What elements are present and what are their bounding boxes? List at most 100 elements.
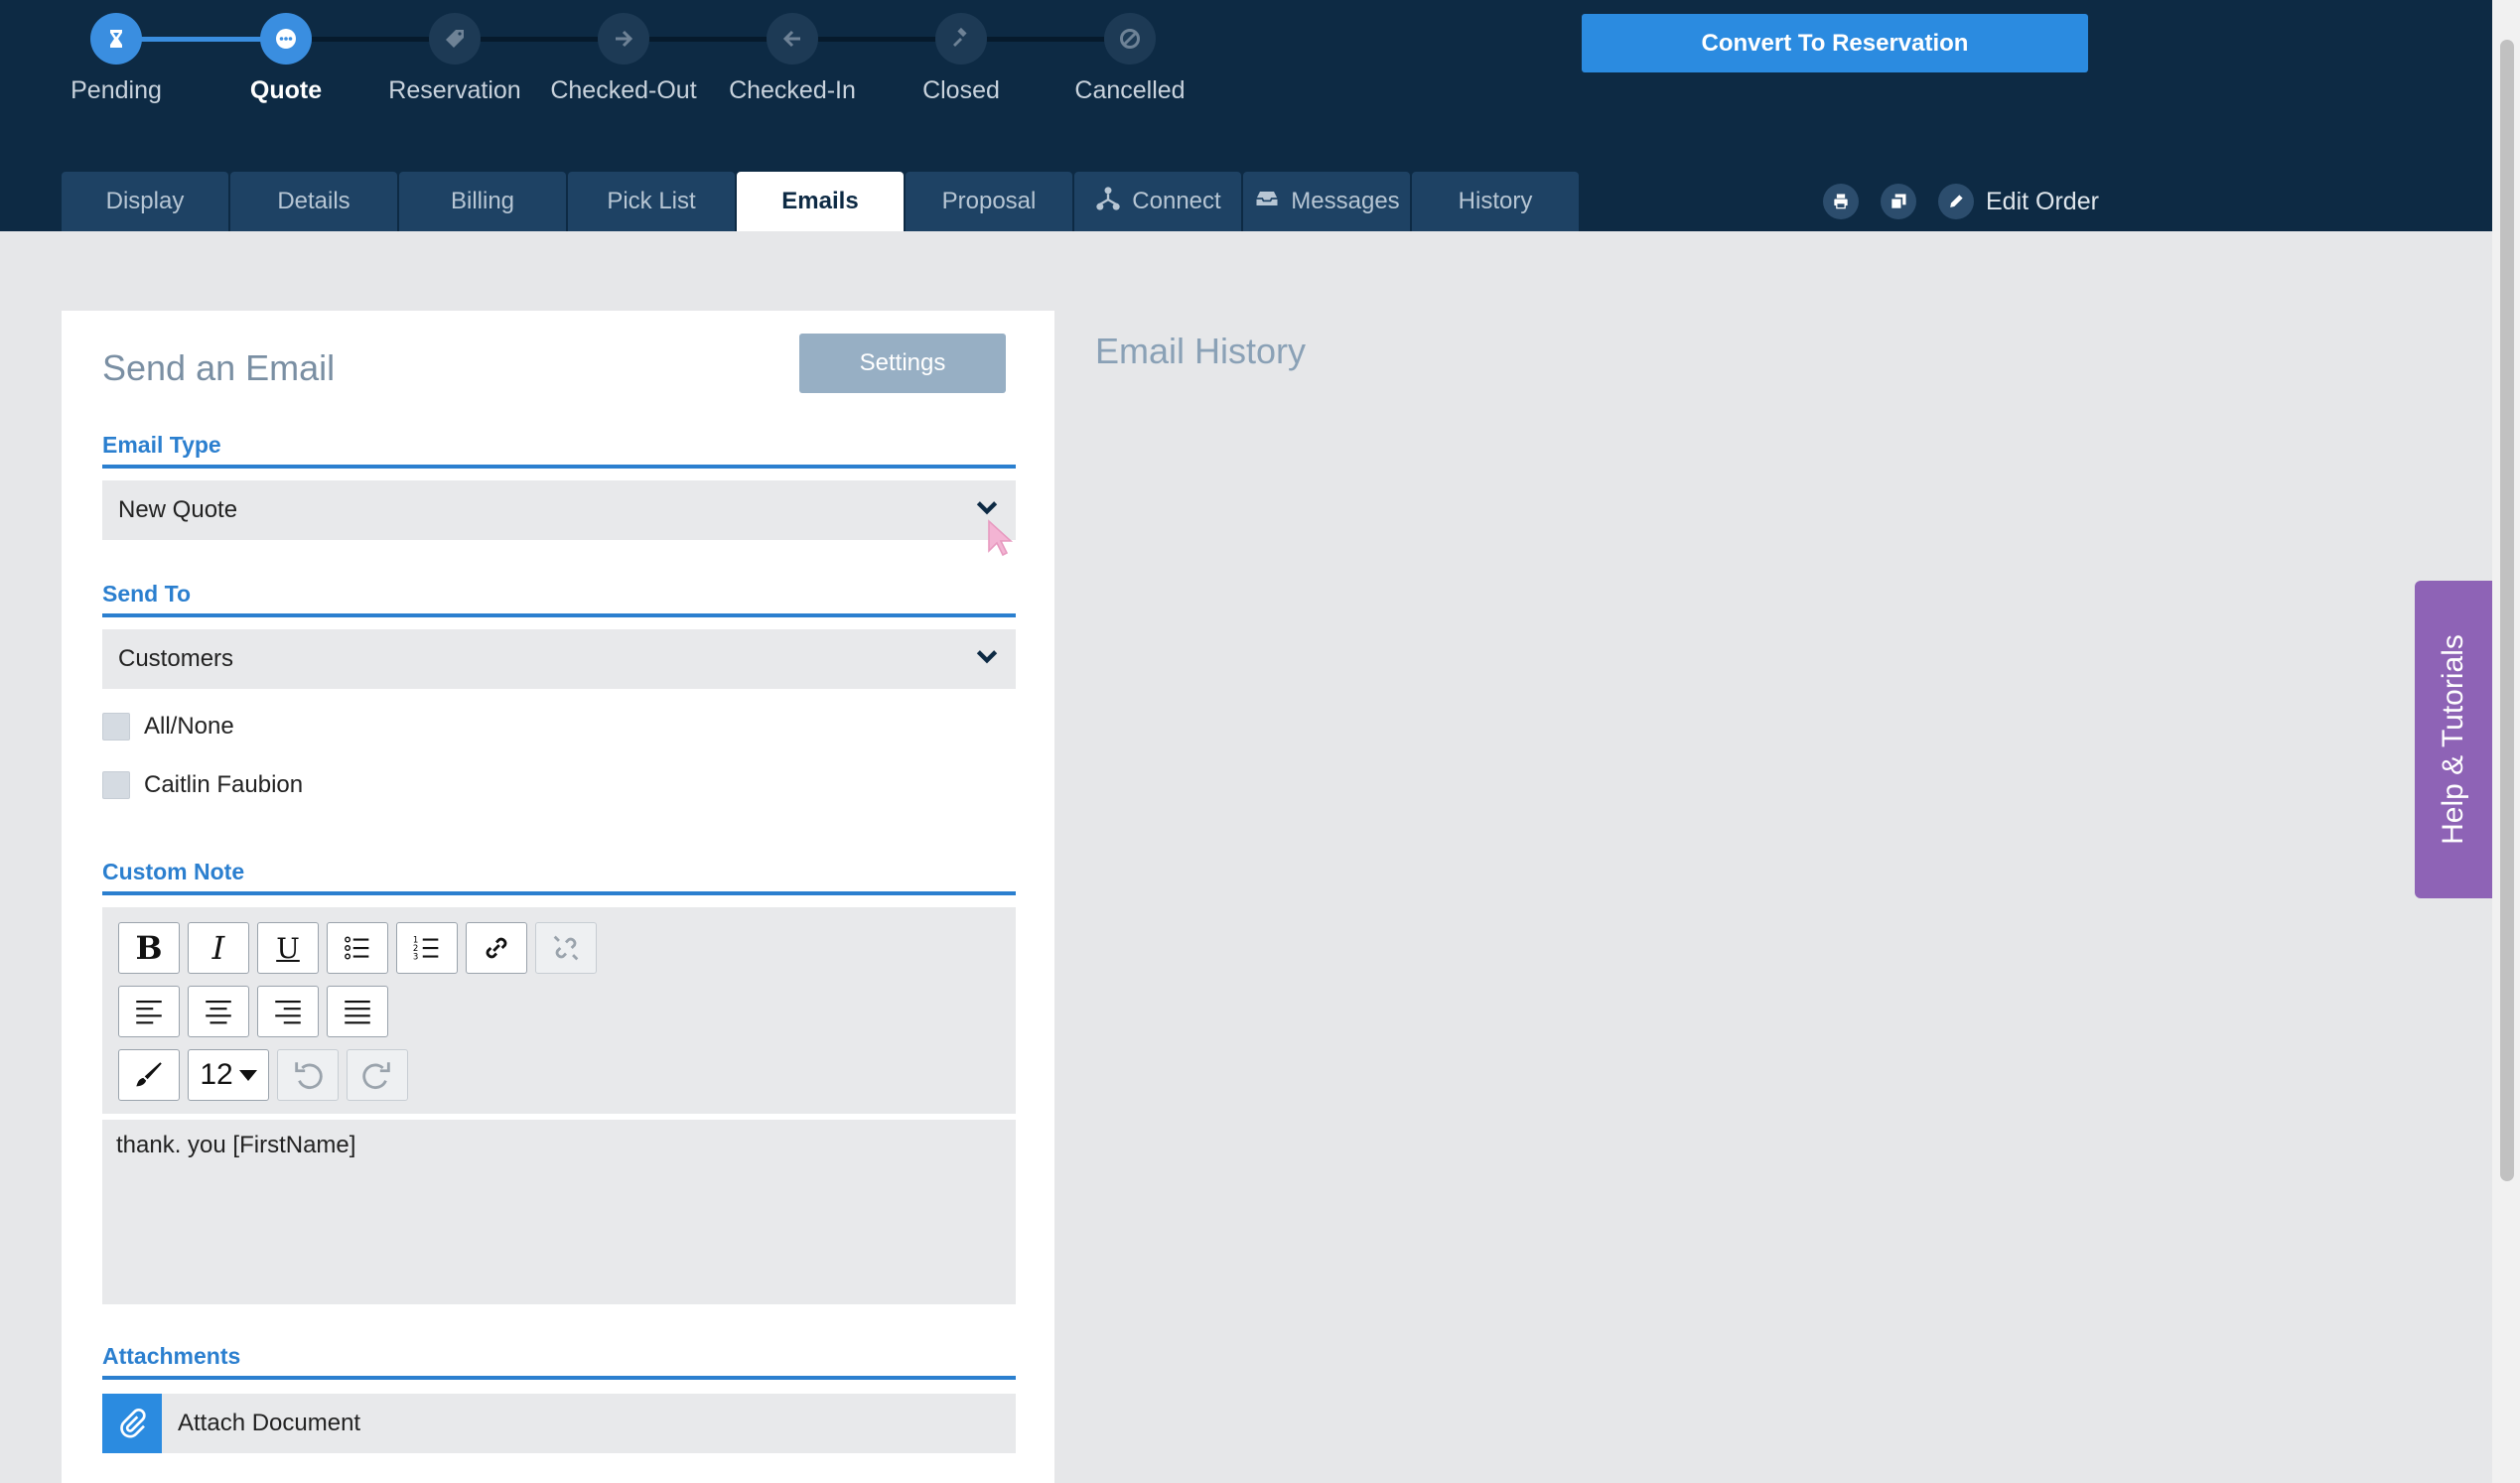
svg-text:3: 3 [413,952,418,962]
align-right-button[interactable] [257,986,319,1037]
align-left-icon [136,1001,162,1024]
italic-button[interactable]: I [188,922,249,974]
bold-button[interactable]: B [118,922,180,974]
step-label: Checked-Out [550,76,697,104]
tab-label: Connect [1132,188,1221,214]
tab-details[interactable]: Details [230,172,397,231]
tab-emails[interactable]: Emails [737,172,904,231]
redo-button[interactable] [347,1049,408,1101]
edit-order-label: Edit Order [1986,187,2099,215]
tab-connect[interactable]: Connect [1074,172,1241,231]
step-reservation[interactable]: Reservation [370,13,539,105]
attachments-label: Attachments [102,1343,1016,1380]
send-to-select[interactable]: Customers [102,629,1016,689]
page-scrollbar[interactable] [2492,0,2520,1483]
tab-billing[interactable]: Billing [399,172,566,231]
tab-label: Emails [781,188,859,214]
step-label: Quote [249,76,323,104]
order-header: Pending Quote Reservation Checked-Out Ch [0,0,2492,231]
tab-label: Proposal [941,188,1037,214]
email-type-label: Email Type [102,432,1016,469]
step-checked-out[interactable]: Checked-Out [539,13,708,105]
copy-icon[interactable] [1881,184,1916,219]
order-tools: Edit Order [1823,184,2099,219]
convert-to-reservation-button[interactable]: Convert To Reservation [1582,14,2088,72]
link-icon [486,937,507,959]
tab-proposal[interactable]: Proposal [906,172,1072,231]
text-color-button[interactable] [118,1049,180,1101]
step-label: Reservation [388,76,521,104]
undo-icon [295,1062,323,1090]
recipient-caitlin-faubion[interactable]: Caitlin Faubion [102,771,303,799]
step-label: Closed [922,76,1000,104]
align-center-button[interactable] [188,986,249,1037]
attach-document-label: Attach Document [178,1410,361,1436]
step-label: Pending [70,76,162,104]
tab-history[interactable]: History [1412,172,1579,231]
order-tabs: Display Details Billing Pick List Emails… [62,172,1581,231]
bullet-list-icon [345,936,369,960]
send-to-label: Send To [102,581,1016,617]
step-closed[interactable]: Closed [877,13,1046,105]
print-icon[interactable] [1823,184,1859,219]
tab-display[interactable]: Display [62,172,228,231]
send-to-value: Customers [118,645,234,672]
email-history-title: Email History [1095,331,1307,371]
numbered-list-button[interactable]: 123 [396,922,458,974]
align-center-icon [206,1001,231,1024]
tab-label: Details [277,188,350,214]
checkbox[interactable] [102,713,130,741]
panel-title: Send an Email [102,347,336,388]
scrollbar-thumb[interactable] [2500,40,2514,1181]
email-type-value: New Quote [118,496,238,523]
unlink-button[interactable] [535,922,597,974]
brush-icon [136,1062,162,1087]
step-quote[interactable]: Quote [202,13,370,105]
step-label: Checked-In [729,76,856,104]
recipient-all-none[interactable]: All/None [102,713,234,741]
redo-icon [362,1062,390,1090]
unlink-icon [553,935,579,961]
step-checked-in[interactable]: Checked-In [708,13,877,105]
custom-note-label: Custom Note [102,859,1016,895]
tab-pick-list[interactable]: Pick List [568,172,735,231]
checkbox-label: All/None [144,713,234,740]
send-email-panel: Send an Email Settings Email Type New Qu… [62,311,1054,1483]
undo-button[interactable] [277,1049,339,1101]
chevron-down-icon [974,643,1000,676]
network-icon [1094,185,1122,219]
arrow-right-icon [598,13,649,65]
justify-icon [345,1001,370,1024]
mouse-pointer-icon [987,519,1015,564]
align-right-icon [275,1001,301,1024]
arrow-left-icon [767,13,818,65]
tag-icon [429,13,481,65]
help-tutorials-tab[interactable]: Help & Tutorials [2415,581,2492,898]
paperclip-icon [102,1394,162,1453]
tab-label: Billing [450,188,515,214]
caret-down-icon [238,1069,257,1081]
bullet-list-button[interactable] [327,922,388,974]
link-button[interactable] [466,922,527,974]
font-size-select[interactable]: 12 [188,1049,269,1101]
step-label: Cancelled [1074,76,1186,104]
custom-note-editor[interactable]: thank. you [FirstName] [102,1120,1016,1304]
step-cancelled[interactable]: Cancelled [1046,13,1214,105]
attach-document-button[interactable]: Attach Document [102,1394,1016,1453]
checkbox-label: Caitlin Faubion [144,771,304,798]
tab-messages[interactable]: Messages [1243,172,1410,231]
email-type-select[interactable]: New Quote [102,480,1016,540]
tab-label: Display [105,188,185,214]
align-left-button[interactable] [118,986,180,1037]
step-pending[interactable]: Pending [32,13,201,105]
tab-label: Messages [1291,188,1400,214]
tab-label: Pick List [607,188,696,214]
checkbox[interactable] [102,771,130,799]
underline-button[interactable]: U [257,922,319,974]
ban-icon [1104,13,1156,65]
numbered-list-icon: 123 [413,935,439,962]
edit-order-button[interactable]: Edit Order [1938,184,2099,219]
justify-button[interactable] [327,986,388,1037]
tab-label: History [1458,188,1533,214]
settings-button[interactable]: Settings [799,334,1006,393]
